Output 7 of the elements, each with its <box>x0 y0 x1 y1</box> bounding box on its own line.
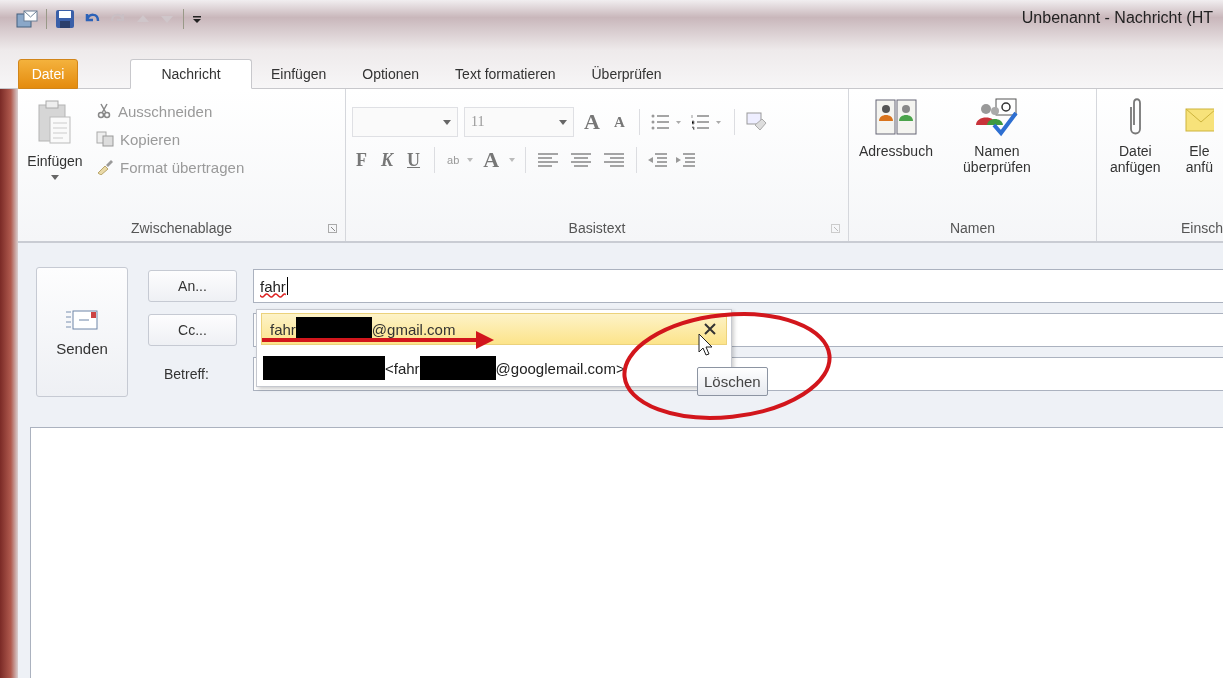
group-label: Basistext <box>568 220 626 236</box>
window-title: Unbenannt - Nachricht (HT <box>1021 9 1213 27</box>
tooltip: Löschen <box>697 367 768 396</box>
subject-label: Betreff: <box>163 366 210 382</box>
group-label: Einsch <box>1180 220 1223 236</box>
group-label: Namen <box>949 220 996 236</box>
group-label: Zwischenablage <box>130 220 233 236</box>
